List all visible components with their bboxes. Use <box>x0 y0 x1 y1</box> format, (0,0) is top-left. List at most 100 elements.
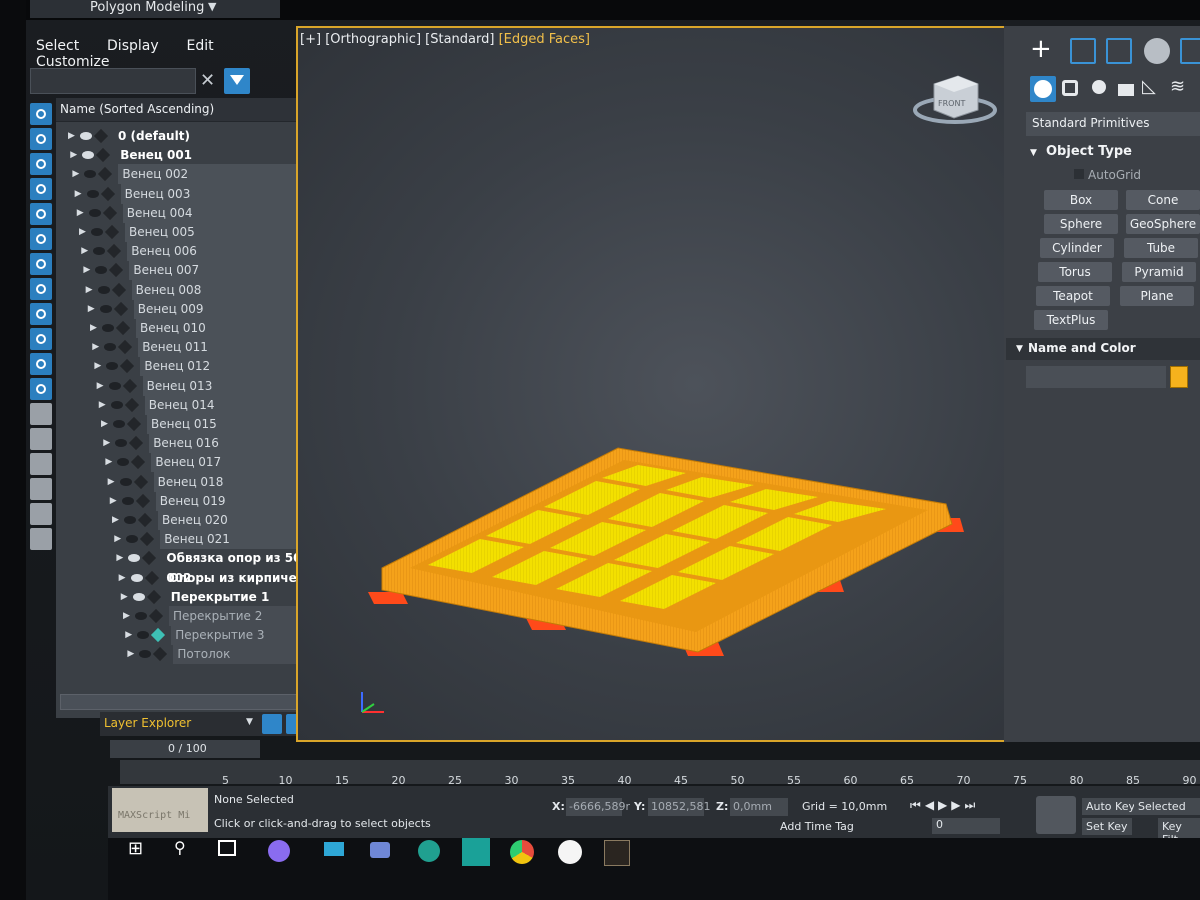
visibility-eye-icon[interactable] <box>117 458 130 467</box>
rollout-collapse-icon[interactable]: ▼ <box>1030 148 1037 158</box>
add-time-tag-button[interactable]: Add Time Tag <box>780 820 854 833</box>
visibility-eye-icon[interactable] <box>95 266 108 275</box>
visibility-eye-icon[interactable] <box>132 592 145 601</box>
layer-icon[interactable] <box>144 570 159 585</box>
layer-icon[interactable] <box>137 512 153 528</box>
visibility-eye-icon[interactable] <box>99 304 112 313</box>
sphere-button[interactable]: Sphere <box>1044 214 1118 234</box>
visibility-eye-icon[interactable] <box>130 573 143 582</box>
expand-arrow-icon[interactable]: ▶ <box>105 452 112 472</box>
expand-arrow-icon[interactable]: ▶ <box>92 337 99 357</box>
expand-arrow-icon[interactable]: ▶ <box>108 472 115 492</box>
visibility-eye-icon[interactable] <box>135 612 147 620</box>
layer-icon[interactable] <box>102 205 117 220</box>
groups-filter-icon[interactable] <box>30 253 52 275</box>
layer-icon[interactable] <box>93 128 109 144</box>
tube-button[interactable]: Tube <box>1124 238 1198 258</box>
visibility-eye-icon[interactable] <box>110 400 123 409</box>
helpers-filter-icon[interactable] <box>30 203 52 225</box>
cameras-filter-icon[interactable] <box>30 178 52 200</box>
visibility-eye-icon[interactable] <box>82 151 95 160</box>
layer-icon[interactable] <box>100 186 115 201</box>
create-tab-plus-icon[interactable]: + <box>1030 36 1056 64</box>
expand-arrow-icon[interactable]: ▶ <box>68 126 75 146</box>
layer-icon[interactable] <box>133 474 148 489</box>
x-coord-field[interactable]: -6666,589r <box>566 798 630 816</box>
expand-arrow-icon[interactable]: ▶ <box>88 299 95 319</box>
geometry-filter-icon[interactable] <box>30 103 52 125</box>
chevron-down-icon[interactable]: ▼ <box>246 717 253 727</box>
layer-icon[interactable] <box>140 532 155 547</box>
play-icon[interactable]: ▶ <box>938 798 951 812</box>
layer-icon[interactable] <box>104 224 120 240</box>
expand-arrow-icon[interactable]: ▶ <box>112 510 119 530</box>
display-tab-icon[interactable] <box>1180 38 1200 64</box>
z-coord-field[interactable]: 0,0mm <box>730 798 788 816</box>
visibility-eye-icon[interactable] <box>97 285 110 294</box>
layer-icon[interactable] <box>113 301 128 316</box>
spacewarps-category-icon[interactable]: ≋ <box>1170 76 1196 102</box>
primitive-category-dropdown[interactable]: Standard Primitives <box>1026 112 1200 136</box>
chat-icon[interactable] <box>370 842 390 858</box>
layer-explorer-dropdown[interactable]: Layer Explorer <box>104 716 191 730</box>
expand-arrow-icon[interactable]: ▶ <box>70 145 77 165</box>
layer-icon[interactable] <box>124 397 139 412</box>
layers-icon[interactable] <box>262 714 282 734</box>
go-to-start-icon[interactable]: ⏮ <box>910 798 925 812</box>
windows-start-icon[interactable]: ⊞ <box>128 838 152 862</box>
expand-arrow-icon[interactable]: ▶ <box>72 164 79 184</box>
menu-edit[interactable]: Edit <box>178 38 213 54</box>
visibility-eye-icon[interactable] <box>115 439 128 448</box>
game-app-icon[interactable] <box>604 840 630 866</box>
layer-icon[interactable] <box>115 320 131 336</box>
visibility-eye-icon[interactable] <box>137 631 150 640</box>
cameras-category-icon[interactable] <box>1114 76 1140 102</box>
layer-icon[interactable] <box>151 628 166 643</box>
viewport-shading[interactable]: [Standard] <box>425 32 494 47</box>
expand-arrow-icon[interactable]: ▶ <box>119 568 126 588</box>
bones-filter-icon[interactable] <box>30 303 52 325</box>
set-key-plus-icon[interactable] <box>1036 796 1076 834</box>
layer-icon[interactable] <box>109 263 124 278</box>
3dsmax-taskbar-icon[interactable] <box>462 838 490 866</box>
app-icon[interactable] <box>418 840 440 862</box>
yandex-browser-icon[interactable] <box>558 840 582 864</box>
filter-icon[interactable] <box>224 68 250 94</box>
teapot-button[interactable]: Teapot <box>1036 286 1110 306</box>
visibility-eye-icon[interactable] <box>102 324 114 332</box>
set-key-button[interactable]: Set Key <box>1082 818 1132 835</box>
object-type-rollout-header[interactable]: ▼ Object Type <box>1016 140 1200 164</box>
motion-tab-icon[interactable] <box>1144 38 1170 64</box>
visibility-eye-icon[interactable] <box>126 535 139 544</box>
current-frame-field[interactable]: 0 <box>932 818 1000 834</box>
layer-icon[interactable] <box>148 608 164 624</box>
name-and-color-rollout-header[interactable]: ▼ Name and Color <box>1006 338 1200 360</box>
layer-icon[interactable] <box>111 282 126 297</box>
expand-arrow-icon[interactable]: ▶ <box>121 587 128 607</box>
explorer-column-header[interactable]: Name (Sorted Ascending) ▲ <box>56 98 328 122</box>
visibility-eye-icon[interactable] <box>119 477 132 486</box>
layer-icon[interactable] <box>122 378 137 393</box>
expand-arrow-icon[interactable]: ▶ <box>110 491 117 511</box>
geosphere-button[interactable]: GeoSphere <box>1126 214 1200 234</box>
expand-arrow-icon[interactable]: ▶ <box>99 395 106 415</box>
shapes-category-icon[interactable] <box>1058 76 1084 102</box>
ribbon-mode-bar[interactable]: Polygon Modeling ▼ <box>30 0 280 18</box>
hierarchy-tab-icon[interactable] <box>1106 38 1132 64</box>
expand-arrow-icon[interactable]: ▶ <box>125 625 132 645</box>
visibility-eye-icon[interactable] <box>113 420 125 428</box>
previous-frame-icon[interactable]: ◀ <box>925 798 938 812</box>
lights-filter-icon[interactable] <box>30 153 52 175</box>
layer-icon[interactable] <box>96 148 111 163</box>
auto-key-button[interactable]: Auto Key <box>1082 798 1139 815</box>
torus-button[interactable]: Torus <box>1038 262 1112 282</box>
chrome-icon[interactable] <box>510 840 534 864</box>
computer-icon[interactable] <box>324 842 344 856</box>
layer-icon[interactable] <box>146 589 161 604</box>
next-frame-icon[interactable]: ▶ <box>951 798 964 812</box>
object-name-input[interactable] <box>1026 366 1166 388</box>
expand-arrow-icon[interactable]: ▶ <box>79 222 86 242</box>
selected-dropdown[interactable]: Selected <box>1134 798 1200 815</box>
autogrid-checkbox[interactable]: AutoGrid <box>1074 168 1141 182</box>
visibility-eye-icon[interactable] <box>128 554 141 563</box>
